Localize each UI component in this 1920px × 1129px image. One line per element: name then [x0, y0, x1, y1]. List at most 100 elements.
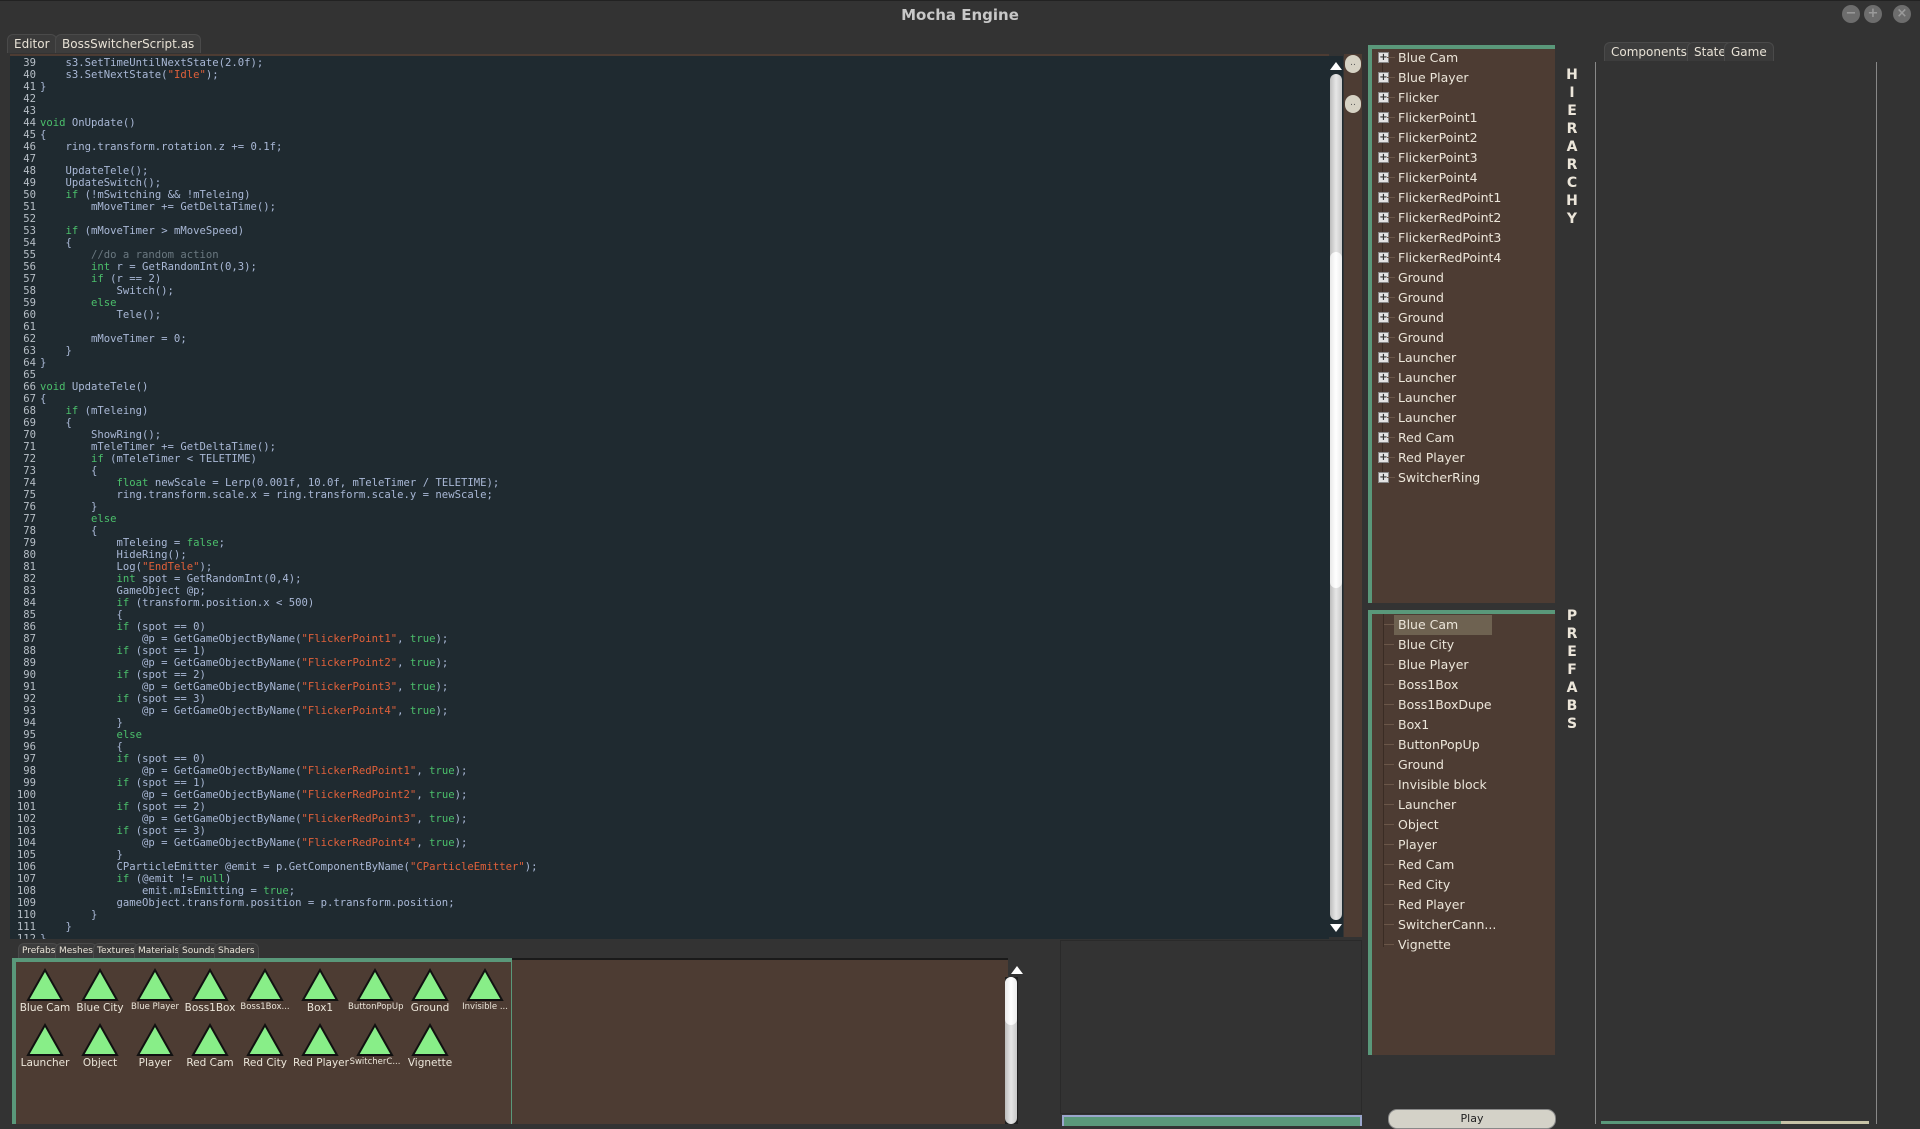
- asset-item[interactable]: Boss1Box...: [238, 968, 292, 1012]
- minimize-button[interactable]: −: [1842, 5, 1860, 23]
- asset-item[interactable]: Box1: [293, 968, 347, 1014]
- asset-item[interactable]: Blue City: [73, 968, 127, 1014]
- hierarchy-item[interactable]: + Ground: [1372, 328, 1552, 348]
- hierarchy-item[interactable]: + SwitcherRing: [1372, 468, 1552, 488]
- prefab-item[interactable]: Box1: [1372, 715, 1552, 735]
- asset-item[interactable]: Invisible ...: [458, 968, 512, 1012]
- tab-script-file[interactable]: BossSwitcherScript.as: [55, 34, 202, 53]
- maximize-button[interactable]: +: [1864, 5, 1882, 23]
- code-lines: 39 s3.SetTimeUntilNextState(2.0f); 40 s3.…: [10, 57, 538, 939]
- hierarchy-item-label: FlickerRedPoint4: [1398, 250, 1502, 265]
- line-number: 87: [23, 633, 36, 645]
- asset-tab-prefabs[interactable]: Prefabs: [18, 943, 60, 958]
- hierarchy-item[interactable]: + Launcher: [1372, 348, 1552, 368]
- asset-tab-textures[interactable]: Textures: [93, 943, 139, 958]
- hierarchy-item[interactable]: + Ground: [1372, 268, 1552, 288]
- hierarchy-item-label: Blue Player: [1398, 70, 1469, 85]
- hierarchy-item[interactable]: + Red Cam: [1372, 428, 1552, 448]
- asset-item[interactable]: Blue Player: [128, 968, 182, 1012]
- prefab-item[interactable]: Red Player: [1372, 895, 1552, 915]
- code-text: GameObject @p;: [40, 585, 206, 597]
- line-number: 76: [23, 501, 36, 513]
- asset-tab-materials[interactable]: Materials: [134, 943, 184, 958]
- hierarchy-item[interactable]: + Ground: [1372, 288, 1552, 308]
- asset-item[interactable]: Vignette: [403, 1023, 457, 1069]
- hierarchy-item[interactable]: + FlickerRedPoint4: [1372, 248, 1552, 268]
- code-line: 66 void UpdateTele(): [10, 381, 538, 393]
- prefab-item[interactable]: Red Cam: [1372, 855, 1552, 875]
- asset-item[interactable]: Launcher: [18, 1023, 72, 1069]
- asset-tab-sounds[interactable]: Sounds: [178, 943, 220, 958]
- prefab-item[interactable]: Vignette: [1372, 935, 1552, 955]
- code-line: 79 mTeleing = false;: [10, 537, 538, 549]
- code-text: {: [40, 465, 98, 477]
- hierarchy-item[interactable]: + FlickerPoint1: [1372, 108, 1552, 128]
- hierarchy-item[interactable]: + Launcher: [1372, 408, 1552, 428]
- asset-scroll-up-icon[interactable]: [1011, 966, 1023, 974]
- more-button-1[interactable]: ..: [1345, 55, 1361, 73]
- close-button[interactable]: ×: [1893, 5, 1911, 23]
- asset-item[interactable]: Red Cam: [183, 1023, 237, 1069]
- code-text: }: [40, 501, 98, 513]
- asset-item[interactable]: Boss1Box: [183, 968, 237, 1014]
- hierarchy-item[interactable]: + Blue Player: [1372, 68, 1552, 88]
- hierarchy-item-label: Launcher: [1398, 410, 1457, 425]
- hierarchy-item[interactable]: + FlickerRedPoint2: [1372, 208, 1552, 228]
- hierarchy-item[interactable]: + Flicker: [1372, 88, 1552, 108]
- asset-tab-meshes[interactable]: Meshes: [55, 943, 97, 958]
- asset-item[interactable]: ButtonPopUp: [348, 968, 404, 1012]
- prefab-item[interactable]: Object: [1372, 815, 1552, 835]
- tab-components[interactable]: Components: [1604, 42, 1694, 61]
- prefab-item[interactable]: Red City: [1372, 875, 1552, 895]
- prefab-item[interactable]: Boss1BoxDupe: [1372, 695, 1552, 715]
- line-number: 88: [23, 645, 36, 657]
- line-number: 101: [16, 801, 36, 813]
- scrollbar-thumb[interactable]: [1330, 252, 1342, 588]
- prefab-item[interactable]: Launcher: [1372, 795, 1552, 815]
- tab-editor[interactable]: Editor: [7, 34, 57, 53]
- hierarchy-item[interactable]: + FlickerPoint4: [1372, 168, 1552, 188]
- asset-item[interactable]: Object: [73, 1023, 127, 1069]
- hierarchy-item[interactable]: + Launcher: [1372, 368, 1552, 388]
- prefab-item[interactable]: Boss1Box: [1372, 675, 1552, 695]
- tab-game[interactable]: Game: [1724, 42, 1774, 61]
- asset-item[interactable]: Player: [128, 1023, 182, 1069]
- code-editor[interactable]: 39 s3.SetTimeUntilNextState(2.0f); 40 s3.…: [10, 54, 1329, 939]
- hierarchy-item[interactable]: + FlickerPoint3: [1372, 148, 1552, 168]
- hierarchy-item[interactable]: + FlickerRedPoint3: [1372, 228, 1552, 248]
- hierarchy-item[interactable]: + Launcher: [1372, 388, 1552, 408]
- editor-scrollbar[interactable]: [1329, 56, 1343, 937]
- tree-connector: [1384, 704, 1394, 705]
- hierarchy-item-label: FlickerPoint4: [1398, 170, 1478, 185]
- prefab-item[interactable]: SwitcherCann...: [1372, 915, 1552, 935]
- asset-scrollbar-thumb[interactable]: [1005, 977, 1017, 1025]
- prefab-item[interactable]: Player: [1372, 835, 1552, 855]
- code-text: @p = GetGameObjectByName("FlickerRedPoin…: [40, 765, 468, 777]
- code-line: 110 }: [10, 909, 538, 921]
- code-text: if (spot == 1): [116, 645, 206, 657]
- hierarchy-item[interactable]: + Ground: [1372, 308, 1552, 328]
- asset-item[interactable]: SwitcherC...: [348, 1023, 402, 1067]
- asset-item[interactable]: Red Player: [293, 1023, 349, 1069]
- prefab-item[interactable]: Blue Cam: [1372, 615, 1552, 635]
- prefab-item[interactable]: Ground: [1372, 755, 1552, 775]
- hierarchy-label-letter: E: [1567, 103, 1577, 119]
- hierarchy-item[interactable]: + FlickerPoint2: [1372, 128, 1552, 148]
- prefab-item[interactable]: Blue City: [1372, 635, 1552, 655]
- asset-item[interactable]: Red City: [238, 1023, 292, 1069]
- asset-item[interactable]: Ground: [403, 968, 457, 1014]
- prefab-item[interactable]: Invisible block: [1372, 775, 1552, 795]
- asset-tab-shaders[interactable]: Shaders: [214, 943, 259, 958]
- hierarchy-label-letter: I: [1569, 85, 1575, 101]
- asset-item[interactable]: Blue Cam: [18, 968, 72, 1014]
- more-button-2[interactable]: ..: [1345, 95, 1361, 113]
- scroll-down-arrow-icon[interactable]: [1330, 924, 1342, 932]
- hierarchy-item[interactable]: + Red Player: [1372, 448, 1552, 468]
- play-button[interactable]: Play: [1388, 1109, 1556, 1129]
- hierarchy-item[interactable]: + Blue Cam: [1372, 48, 1552, 68]
- prefab-item[interactable]: ButtonPopUp: [1372, 735, 1552, 755]
- asset-scrollbar[interactable]: [1005, 977, 1018, 1124]
- prefab-item[interactable]: Blue Player: [1372, 655, 1552, 675]
- hierarchy-item[interactable]: + FlickerRedPoint1: [1372, 188, 1552, 208]
- scroll-up-arrow-icon[interactable]: [1330, 62, 1342, 70]
